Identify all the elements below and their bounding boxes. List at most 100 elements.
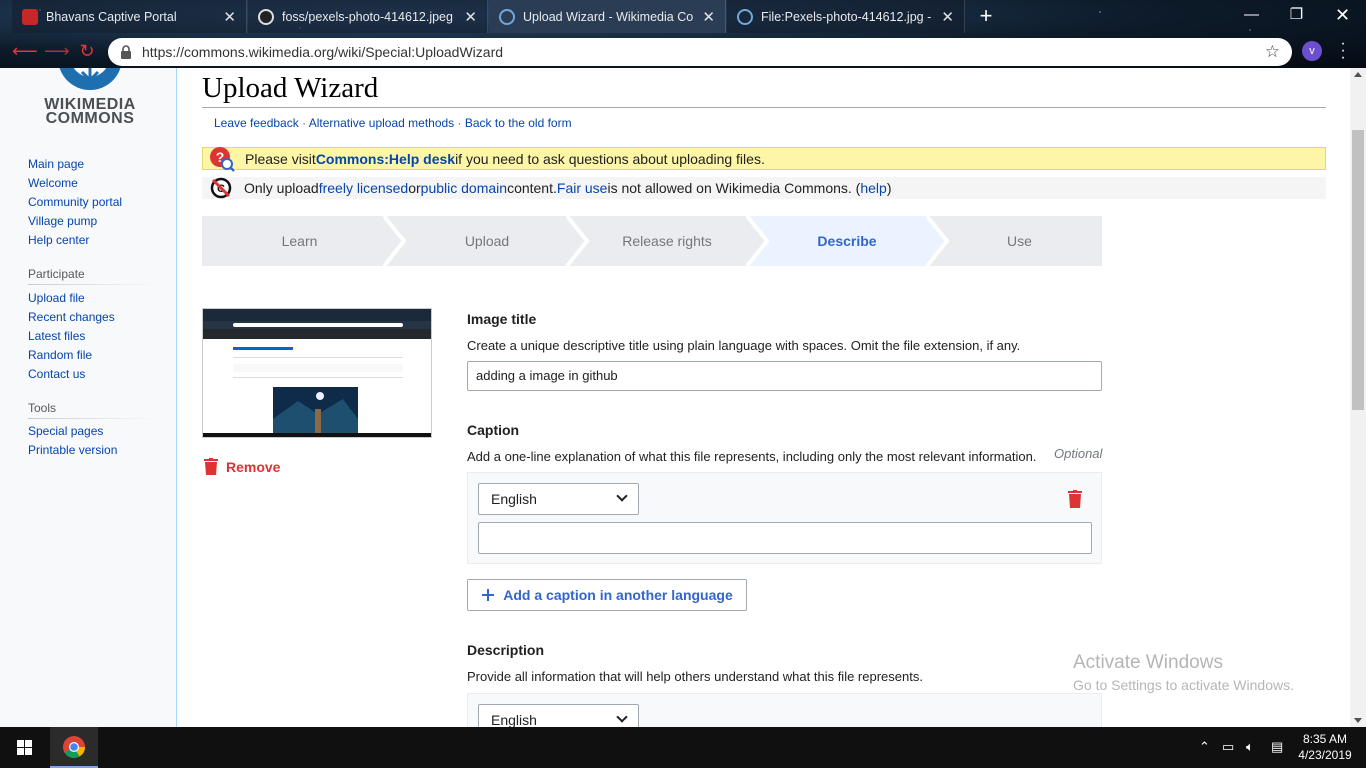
sidebar: WIKIMEDIA COMMONS Main page Welcome Comm…: [0, 68, 176, 727]
page: WIKIMEDIA COMMONS Main page Welcome Comm…: [0, 68, 1350, 727]
bookmark-star-icon[interactable]: ☆: [1265, 42, 1280, 62]
tab-title: File:Pexels-photo-414612.jpg - W: [761, 9, 934, 24]
notifications-icon[interactable]: ▤: [1271, 739, 1283, 755]
url-text: https://commons.wikimedia.org/wiki/Speci…: [142, 44, 504, 60]
page-scrollbar[interactable]: [1350, 68, 1366, 727]
sidebar-item-latest-files[interactable]: Latest files: [28, 329, 85, 343]
scroll-down-arrow-icon[interactable]: [1354, 718, 1362, 723]
fair-use-link[interactable]: Fair use: [557, 180, 608, 196]
optional-label: Optional: [1054, 446, 1103, 461]
browser-menu-icon[interactable]: · · ·: [1338, 36, 1348, 66]
system-clock[interactable]: 8:35 AM 4/23/2019: [1294, 731, 1356, 763]
thumbnail-screenshot-image: [203, 309, 431, 437]
chrome-icon: [63, 736, 85, 758]
sidebar-item-main-page[interactable]: Main page: [28, 157, 84, 171]
old-form-link[interactable]: Back to the old form: [465, 116, 572, 130]
caption-language-value: English: [491, 491, 537, 507]
back-icon[interactable]: ⟵: [12, 40, 38, 62]
plus-icon: [482, 589, 495, 601]
sidebar-item-recent-changes[interactable]: Recent changes: [28, 310, 115, 324]
browser-chrome: Bhavans Captive Portal ✕ foss/pexels-pho…: [0, 0, 1366, 68]
license-text: content.: [507, 180, 557, 196]
network-icon[interactable]: ▭: [1222, 739, 1234, 755]
sidebar-item-welcome[interactable]: Welcome: [28, 176, 78, 190]
license-text: Only upload: [244, 180, 319, 196]
remove-label: Remove: [226, 458, 281, 475]
scroll-up-arrow-icon[interactable]: [1354, 72, 1362, 77]
logo-wordmark: WIKIMEDIA COMMONS: [30, 97, 150, 127]
profile-avatar[interactable]: v: [1302, 41, 1322, 61]
sidebar-heading-participate: Participate: [28, 267, 85, 281]
leave-feedback-link[interactable]: Leave feedback: [214, 116, 299, 130]
sidebar-item-village-pump[interactable]: Village pump: [28, 214, 97, 228]
step-use: Use: [1007, 233, 1032, 249]
delete-caption-icon[interactable]: [1068, 490, 1082, 508]
add-caption-label: Add a caption in another language: [503, 587, 733, 603]
sidebar-divider: [28, 284, 156, 285]
image-title-input[interactable]: adding a image in github: [467, 361, 1102, 391]
license-text: ): [886, 180, 892, 196]
logo-line2: COMMONS: [45, 110, 135, 127]
close-tab-icon[interactable]: ✕: [941, 8, 954, 26]
sidebar-heading-tools: Tools: [28, 401, 57, 415]
sidebar-item-help-center[interactable]: Help center: [28, 233, 89, 247]
license-text: or: [408, 180, 421, 196]
chevron-down-icon: [616, 711, 628, 723]
minimize-button[interactable]: —: [1229, 0, 1274, 31]
license-notice: C Only upload freely licensed or public …: [202, 177, 1326, 199]
tray-expand-icon[interactable]: ⌃: [1199, 739, 1210, 755]
description-language-value: English: [491, 712, 537, 727]
sidebar-item-printable-version[interactable]: Printable version: [28, 443, 117, 457]
tab-title: foss/pexels-photo-414612.jpeg at: [282, 9, 457, 24]
step-describe: Describe: [817, 233, 877, 249]
windows-start-icon[interactable]: [0, 727, 48, 768]
caption-input[interactable]: [478, 522, 1092, 554]
tab-upload-wizard[interactable]: Upload Wizard - Wikimedia Com ✕: [489, 0, 726, 33]
activate-windows-subtitle: Go to Settings to activate Windows.: [1073, 677, 1294, 693]
trash-icon: [204, 458, 218, 475]
image-title-label: Image title: [467, 311, 537, 327]
restore-button[interactable]: ❐: [1274, 0, 1319, 31]
close-tab-icon[interactable]: ✕: [464, 8, 477, 26]
main-content: Upload Wizard Leave feedback · Alternati…: [176, 68, 1350, 727]
sidebar-item-special-pages[interactable]: Special pages: [28, 424, 103, 438]
remove-file-button[interactable]: Remove: [204, 458, 280, 475]
tab-file-page[interactable]: File:Pexels-photo-414612.jpg - W ✕: [727, 0, 965, 33]
caption-language-select[interactable]: English: [478, 483, 639, 515]
tab-github[interactable]: foss/pexels-photo-414612.jpeg at ✕: [248, 0, 488, 33]
alternative-upload-link[interactable]: Alternative upload methods: [309, 116, 454, 130]
tab-title: Bhavans Captive Portal: [46, 9, 177, 24]
add-caption-language-button[interactable]: Add a caption in another language: [467, 579, 747, 611]
close-tab-icon[interactable]: ✕: [702, 8, 715, 26]
sidebar-item-contact-us[interactable]: Contact us: [28, 367, 85, 381]
close-window-button[interactable]: ✕: [1320, 0, 1365, 31]
caption-help: Add a one-line explanation of what this …: [467, 449, 1037, 464]
caption-language-box: English: [467, 472, 1102, 564]
freely-licensed-link[interactable]: freely licensed: [319, 180, 409, 196]
new-tab-button[interactable]: +: [973, 5, 999, 29]
lock-icon: [121, 45, 131, 59]
tab-captive-portal[interactable]: Bhavans Captive Portal ✕: [12, 0, 247, 33]
forward-icon[interactable]: ⟶: [44, 40, 70, 62]
license-help-link[interactable]: help: [860, 180, 886, 196]
help-desk-link[interactable]: Commons:Help desk: [316, 151, 455, 167]
sidebar-item-community-portal[interactable]: Community portal: [28, 195, 122, 209]
chevron-down-icon: [616, 490, 628, 502]
wikimedia-favicon-icon: [737, 8, 753, 25]
caption-label: Caption: [467, 422, 520, 438]
reload-icon[interactable]: ↻: [76, 40, 98, 62]
image-title-help: Create a unique descriptive title using …: [467, 338, 1021, 353]
public-domain-link[interactable]: public domain: [421, 180, 507, 196]
taskbar-chrome-button[interactable]: [50, 727, 98, 768]
description-language-select[interactable]: English: [478, 704, 639, 727]
help-notice-post: if you need to ask questions about uploa…: [455, 150, 765, 167]
sidebar-item-random-file[interactable]: Random file: [28, 348, 92, 362]
help-question-icon: ?: [210, 146, 235, 172]
scroll-thumb[interactable]: [1352, 130, 1364, 410]
file-thumbnail: [202, 308, 432, 438]
sidebar-item-upload-file[interactable]: Upload file: [28, 291, 85, 305]
address-bar-row: ⟵ ⟶ ↻ https://commons.wikimedia.org/wiki…: [0, 34, 1366, 68]
close-tab-icon[interactable]: ✕: [223, 8, 236, 26]
volume-icon[interactable]: 🔈︎: [1246, 739, 1254, 755]
url-input[interactable]: https://commons.wikimedia.org/wiki/Speci…: [108, 38, 1292, 66]
